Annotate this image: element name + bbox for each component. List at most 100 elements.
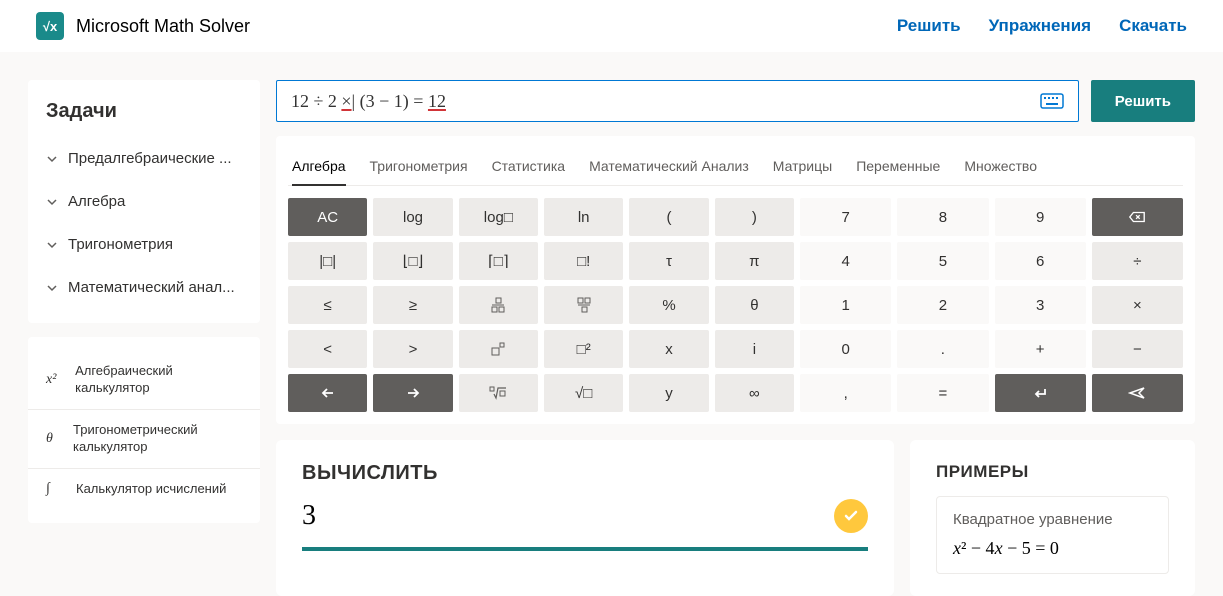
key-AC[interactable]: AC xyxy=(288,198,367,236)
tab-calculus[interactable]: Математический Анализ xyxy=(589,152,749,185)
tab-matrix[interactable]: Матрицы xyxy=(773,152,832,185)
examples-card: ПРИМЕРЫ Квадратное уравнение x² − 4x − 5… xyxy=(910,440,1195,596)
sidebar-title: Задачи xyxy=(28,94,260,137)
sidebar-calculators: x² Алгебраический калькулятор θ Тригоном… xyxy=(28,337,260,523)
key-,[interactable]: , xyxy=(800,374,891,412)
key-3[interactable]: 3 xyxy=(995,286,1086,324)
key-enter[interactable] xyxy=(995,374,1086,412)
nav-solve[interactable]: Решить xyxy=(897,16,961,36)
brand-logo-icon: √x xyxy=(36,12,64,40)
key-=[interactable]: = xyxy=(897,374,988,412)
calc-item-trig[interactable]: θ Тригонометрический калькулятор xyxy=(28,410,260,469)
result-card: ВЫЧИСЛИТЬ 3 xyxy=(276,440,894,596)
key-÷[interactable]: ÷ xyxy=(1092,242,1183,280)
key-≤[interactable]: ≤ xyxy=(288,286,367,324)
chevron-down-icon xyxy=(46,196,58,208)
key-√□[interactable]: √□ xyxy=(544,374,623,412)
key-i[interactable]: i xyxy=(715,330,794,368)
key-frac1[interactable] xyxy=(459,286,538,324)
tab-sets[interactable]: Множество xyxy=(964,152,1037,185)
key-+[interactable]: + xyxy=(995,330,1086,368)
key-8[interactable]: 8 xyxy=(897,198,988,236)
key-−[interactable]: − xyxy=(1092,330,1183,368)
key-⌊□⌋[interactable]: ⌊□⌋ xyxy=(373,242,452,280)
calc-trig-icon: θ xyxy=(46,431,61,447)
key-<[interactable]: < xyxy=(288,330,367,368)
key-τ[interactable]: τ xyxy=(629,242,708,280)
key-5[interactable]: 5 xyxy=(897,242,988,280)
key-1[interactable]: 1 xyxy=(800,286,891,324)
key-log□[interactable]: log□ xyxy=(459,198,538,236)
sidebar-item-label: Алгебра xyxy=(68,193,125,210)
keyboard-icon[interactable] xyxy=(1040,93,1064,109)
key-□![interactable]: □! xyxy=(544,242,623,280)
key-□²[interactable]: □² xyxy=(544,330,623,368)
key-4[interactable]: 4 xyxy=(800,242,891,280)
key-×[interactable]: × xyxy=(1092,286,1183,324)
key-send[interactable] xyxy=(1092,374,1183,412)
tab-algebra[interactable]: Алгебра xyxy=(292,152,346,186)
key->[interactable]: > xyxy=(373,330,452,368)
calc-item-calc[interactable]: ∫ Калькулятор исчислений xyxy=(28,469,260,510)
calc-item-algebra[interactable]: x² Алгебраический калькулятор xyxy=(28,351,260,410)
sidebar-item-algebra[interactable]: Алгебра xyxy=(28,180,260,223)
tab-vars[interactable]: Переменные xyxy=(856,152,940,185)
key-arrR[interactable] xyxy=(373,374,452,412)
key-θ[interactable]: θ xyxy=(715,286,794,324)
key-π[interactable]: π xyxy=(715,242,794,280)
nav-exercises[interactable]: Упражнения xyxy=(989,16,1091,36)
brand-title: Microsoft Math Solver xyxy=(76,16,250,37)
key-∞[interactable]: ∞ xyxy=(715,374,794,412)
result-progress xyxy=(302,547,868,551)
key-log[interactable]: log xyxy=(373,198,452,236)
key-)[interactable]: ) xyxy=(715,198,794,236)
key-7[interactable]: 7 xyxy=(800,198,891,236)
keypad: Алгебра Тригонометрия Статистика Математ… xyxy=(276,136,1195,424)
key-.[interactable]: . xyxy=(897,330,988,368)
chevron-down-icon xyxy=(46,153,58,165)
keypad-tabs: Алгебра Тригонометрия Статистика Математ… xyxy=(288,142,1183,186)
header-nav: Решить Упражнения Скачать xyxy=(897,16,1187,36)
key-6[interactable]: 6 xyxy=(995,242,1086,280)
calc-algebra-icon: x² xyxy=(46,372,63,388)
sidebar-item-prealgebra[interactable]: Предалгебраические ... xyxy=(28,137,260,180)
sidebar-item-label: Предалгебраические ... xyxy=(68,150,232,167)
key-y[interactable]: y xyxy=(629,374,708,412)
sidebar-item-trig[interactable]: Тригонометрия xyxy=(28,223,260,266)
solve-button[interactable]: Решить xyxy=(1091,80,1195,122)
calc-label: Тригонометрический калькулятор xyxy=(73,422,242,456)
example-equation: x² − 4x − 5 = 0 xyxy=(953,538,1152,559)
nav-download[interactable]: Скачать xyxy=(1119,16,1187,36)
tab-stats[interactable]: Статистика xyxy=(492,152,566,185)
example-label: Квадратное уравнение xyxy=(953,511,1152,528)
key-9[interactable]: 9 xyxy=(995,198,1086,236)
sidebar-item-label: Тригонометрия xyxy=(68,236,173,253)
key-([interactable]: ( xyxy=(629,198,708,236)
key-bksp[interactable] xyxy=(1092,198,1183,236)
key-frac2[interactable] xyxy=(544,286,623,324)
example-item[interactable]: Квадратное уравнение x² − 4x − 5 = 0 xyxy=(936,496,1169,574)
result-title: ВЫЧИСЛИТЬ xyxy=(302,462,868,485)
key-ln[interactable]: ln xyxy=(544,198,623,236)
tab-trig[interactable]: Тригонометрия xyxy=(370,152,468,185)
key-x[interactable]: x xyxy=(629,330,708,368)
math-expression: 12 ÷ 2 ×| (3 − 1) = 12 xyxy=(291,91,1040,112)
chevron-down-icon xyxy=(46,239,58,251)
calc-label: Алгебраический калькулятор xyxy=(75,363,242,397)
key-|□|[interactable]: |□| xyxy=(288,242,367,280)
key-nroot[interactable] xyxy=(459,374,538,412)
key-2[interactable]: 2 xyxy=(897,286,988,324)
key-≥[interactable]: ≥ xyxy=(373,286,452,324)
math-input[interactable]: 12 ÷ 2 ×| (3 − 1) = 12 xyxy=(276,80,1079,122)
key-0[interactable]: 0 xyxy=(800,330,891,368)
result-value: 3 xyxy=(302,500,316,532)
key-arrL[interactable] xyxy=(288,374,367,412)
check-icon xyxy=(834,499,868,533)
key-pow[interactable] xyxy=(459,330,538,368)
chevron-down-icon xyxy=(46,282,58,294)
key-%[interactable]: % xyxy=(629,286,708,324)
calc-integral-icon: ∫ xyxy=(46,481,64,497)
brand[interactable]: √x Microsoft Math Solver xyxy=(36,12,250,40)
key-⌈□⌉[interactable]: ⌈□⌉ xyxy=(459,242,538,280)
sidebar-item-calculus[interactable]: Математический анал... xyxy=(28,266,260,309)
